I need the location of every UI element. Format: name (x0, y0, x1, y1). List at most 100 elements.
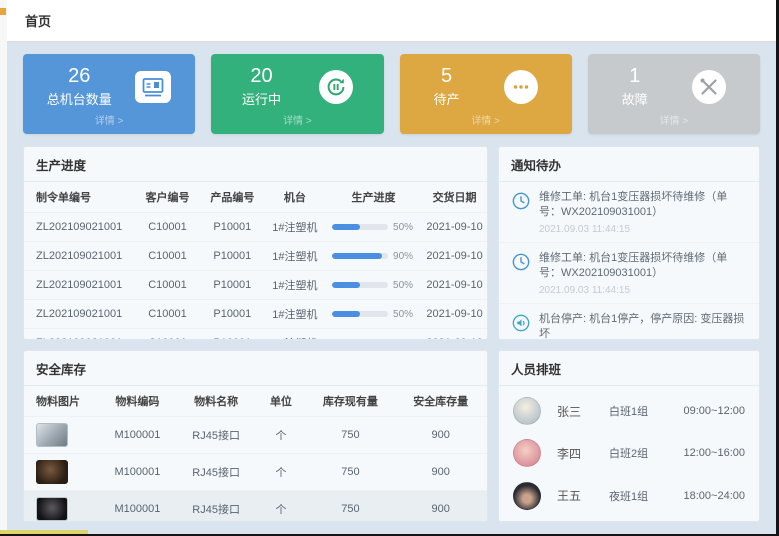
edge-orange-artifact (0, 8, 6, 15)
column-header: 库存现有量 (306, 386, 394, 417)
notification-body: 维修工单: 机台1变压器损坏待维修（单号：WX202109031001） 202… (539, 190, 749, 235)
stat-label: 运行中 (242, 89, 281, 108)
table-row: ZL202109021001 C10001 P10001 1#注塑机 90% (24, 242, 487, 271)
card-detail-link[interactable]: 详情 > (35, 109, 183, 128)
card-top: 20 运行中 (223, 64, 371, 109)
cell-material-code: M100001 (98, 417, 177, 454)
stat-card-fault[interactable]: 1 故障 详情 > (588, 54, 760, 134)
schedule-row: 张三 白班1组 09:00~12:00 (499, 397, 759, 425)
cell-progress: 90% (325, 242, 422, 271)
card-detail-link[interactable]: 详情 > (223, 109, 371, 128)
stat-card-total-machines[interactable]: 26 总机台数量 详情 > (23, 54, 195, 134)
progress-fill (332, 311, 360, 317)
stat-card-standby[interactable]: 5 待产 详情 > (400, 54, 572, 134)
notification-time: 2021.09.03 11:44:15 (539, 224, 749, 235)
progress-bar: 50% (328, 338, 419, 341)
notification-item[interactable]: 维修工单: 机台1变压器损坏待维修（单号：WX202109031001） 202… (499, 182, 759, 243)
notification-body: 机台停产: 机台1停产，停产原因: 变压器损坏 (539, 312, 749, 339)
notification-item[interactable]: 机台停产: 机台1停产，停产原因: 变压器损坏 (499, 304, 759, 339)
card-info: 20 运行中 (242, 65, 281, 108)
progress-fill (332, 253, 382, 259)
panel-safety-stock: 安全库存 物料图片 物料编码 物料名称 单位 库存现有量 安全库存量 (23, 350, 488, 522)
progress-label: 50% (393, 309, 415, 320)
production-table: 制令单编号 客户编号 产品编号 机台 生产进度 交货日期 ZL202109021… (24, 182, 487, 340)
cell-customer-no: C10001 (135, 242, 200, 271)
cell-order-no: ZL202109021001 (24, 300, 135, 329)
cell-unit: 个 (255, 454, 306, 491)
table-row: M100001 RJ45接口 个 750 900 (24, 417, 487, 454)
cell-unit: 个 (255, 491, 306, 523)
standby-ellipsis-icon (504, 70, 538, 104)
column-header: 物料名称 (177, 386, 256, 417)
shift-label: 白班2组 (609, 445, 681, 461)
progress-label: 50% (393, 222, 415, 233)
schedule-list: 张三 白班1组 09:00~12:00 李四 白班2组 12:00~16:00 (499, 386, 759, 521)
shift-label: 白班1组 (609, 403, 681, 419)
stat-value: 1 (622, 65, 648, 87)
table-row: ZL202109021001 C10001 P10001 1#注塑机 50% (24, 300, 487, 329)
edge-yellow-artifact (0, 530, 88, 534)
column-header: 产品编号 (200, 182, 265, 213)
panel-title: 人员排班 (499, 351, 759, 386)
card-detail-link[interactable]: 详情 > (412, 109, 560, 128)
cell-material-code: M100001 (98, 491, 177, 523)
cell-current-qty: 750 (306, 454, 394, 491)
schedule-row: 王五 夜班1组 18:00~24:00 (499, 482, 759, 510)
cell-machine: 1#注塑机 (265, 271, 325, 300)
dashboard-window: 首页 26 总机台数量 详情 > (0, 0, 779, 536)
running-icon (319, 70, 353, 104)
progress-track (332, 224, 388, 230)
card-info: 5 待产 (434, 65, 460, 108)
avatar (513, 482, 541, 510)
cell-material-name: RJ45接口 (177, 454, 256, 491)
cell-safety-qty: 900 (394, 417, 487, 454)
stat-card-running[interactable]: 20 运行中 详情 > (211, 54, 383, 134)
table-row: ZL202109021001 C10001 P10001 1#注塑机 50% (24, 329, 487, 341)
cell-customer-no: C10001 (135, 213, 200, 242)
shift-time: 18:00~24:00 (684, 490, 745, 502)
panel-notifications: 通知待办 维修工单: 机台1变压器损坏待维修（单号：WX202109031001… (498, 146, 760, 340)
clock-icon (511, 252, 531, 272)
person-name: 张三 (557, 403, 609, 420)
cell-machine: 1#注塑机 (265, 329, 325, 341)
progress-bar: 50% (328, 309, 419, 320)
cell-material-image (24, 454, 98, 491)
card-detail-link[interactable]: 详情 > (600, 109, 748, 128)
panel-title: 生产进度 (24, 147, 487, 182)
shift-label: 夜班1组 (609, 488, 681, 504)
shift-time: 12:00~16:00 (684, 447, 745, 459)
shift-time: 09:00~12:00 (684, 405, 745, 417)
notification-item[interactable]: 维修工单: 机台1变压器损坏待维修（单号：WX202109031001） 202… (499, 243, 759, 304)
cell-material-name: RJ45接口 (177, 417, 256, 454)
panel-staff-schedule: 人员排班 张三 白班1组 09:00~12:00 李四 白班2组 1 (498, 350, 760, 522)
column-header: 生产进度 (325, 182, 422, 213)
notification-time: 2021.09.03 11:44:15 (539, 285, 749, 296)
panel-title: 安全库存 (24, 351, 487, 386)
avatar (513, 397, 541, 425)
table-row: ZL202109021001 C10001 P10001 1#注塑机 50% (24, 271, 487, 300)
cell-current-qty: 750 (306, 417, 394, 454)
cell-progress: 50% (325, 271, 422, 300)
cell-material-image (24, 417, 98, 454)
progress-bar: 50% (328, 222, 419, 233)
panel-title: 通知待办 (499, 147, 759, 182)
cell-customer-no: C10001 (135, 300, 200, 329)
table-row: M100001 RJ45接口 个 750 900 (24, 491, 487, 523)
cell-progress: 50% (325, 213, 422, 242)
content-column: 首页 26 总机台数量 详情 > (7, 0, 776, 534)
cell-delivery-date: 2021-09-10 (422, 329, 487, 341)
progress-label: 50% (393, 338, 415, 341)
rj45-connector-photo (36, 423, 68, 447)
table-row: M100001 RJ45接口 个 750 900 (24, 454, 487, 491)
stat-label: 待产 (434, 89, 460, 108)
progress-track (332, 311, 388, 317)
progress-bar: 90% (328, 251, 419, 262)
person-name: 李四 (557, 445, 609, 462)
schedule-row: 李四 白班2组 12:00~16:00 (499, 439, 759, 467)
inventory-table: 物料图片 物料编码 物料名称 单位 库存现有量 安全库存量 M (24, 386, 487, 522)
person-name: 王五 (557, 487, 609, 504)
machine-icon (135, 71, 171, 103)
tab-home[interactable]: 首页 (25, 11, 51, 30)
stat-label: 故障 (622, 89, 648, 108)
column-header: 机台 (265, 182, 325, 213)
